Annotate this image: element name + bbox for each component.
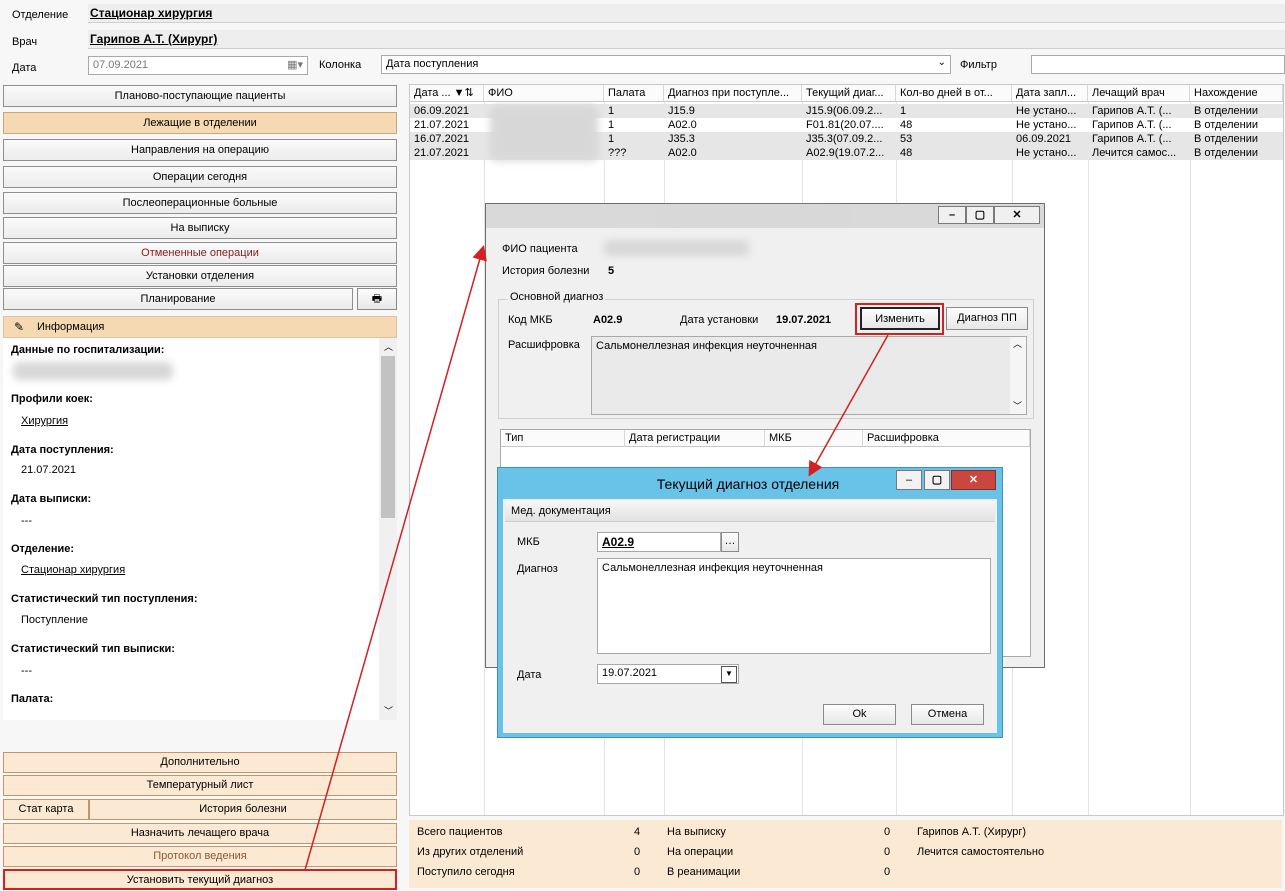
icu-count-label: В реанимации [667, 866, 741, 878]
arrow-to-diagnosis [808, 334, 889, 477]
arrow-to-dialog [304, 245, 487, 871]
total-label: Всего пациентов [417, 826, 503, 838]
icu-count-value: 0 [884, 866, 891, 878]
other-dept-value: 0 [634, 846, 641, 858]
status-bar: Всего пациентов 4 Из других отделений 0 … [409, 820, 1282, 888]
doctor-summary-2: Лечится самостоятельно [917, 846, 1045, 858]
operation-count-label: На операции [667, 846, 734, 858]
operation-count-value: 0 [884, 846, 891, 858]
other-dept-label: Из других отделений [417, 846, 524, 858]
doctor-summary-1: Гарипов А.Т. (Хирург) [917, 826, 1027, 838]
arrived-today-label: Поступило сегодня [417, 866, 515, 878]
discharge-count-label: На выписку [667, 826, 726, 838]
total-value: 4 [634, 826, 641, 838]
discharge-count-value: 0 [884, 826, 891, 838]
arrived-today-value: 0 [634, 866, 641, 878]
annotation-arrows [304, 245, 889, 871]
